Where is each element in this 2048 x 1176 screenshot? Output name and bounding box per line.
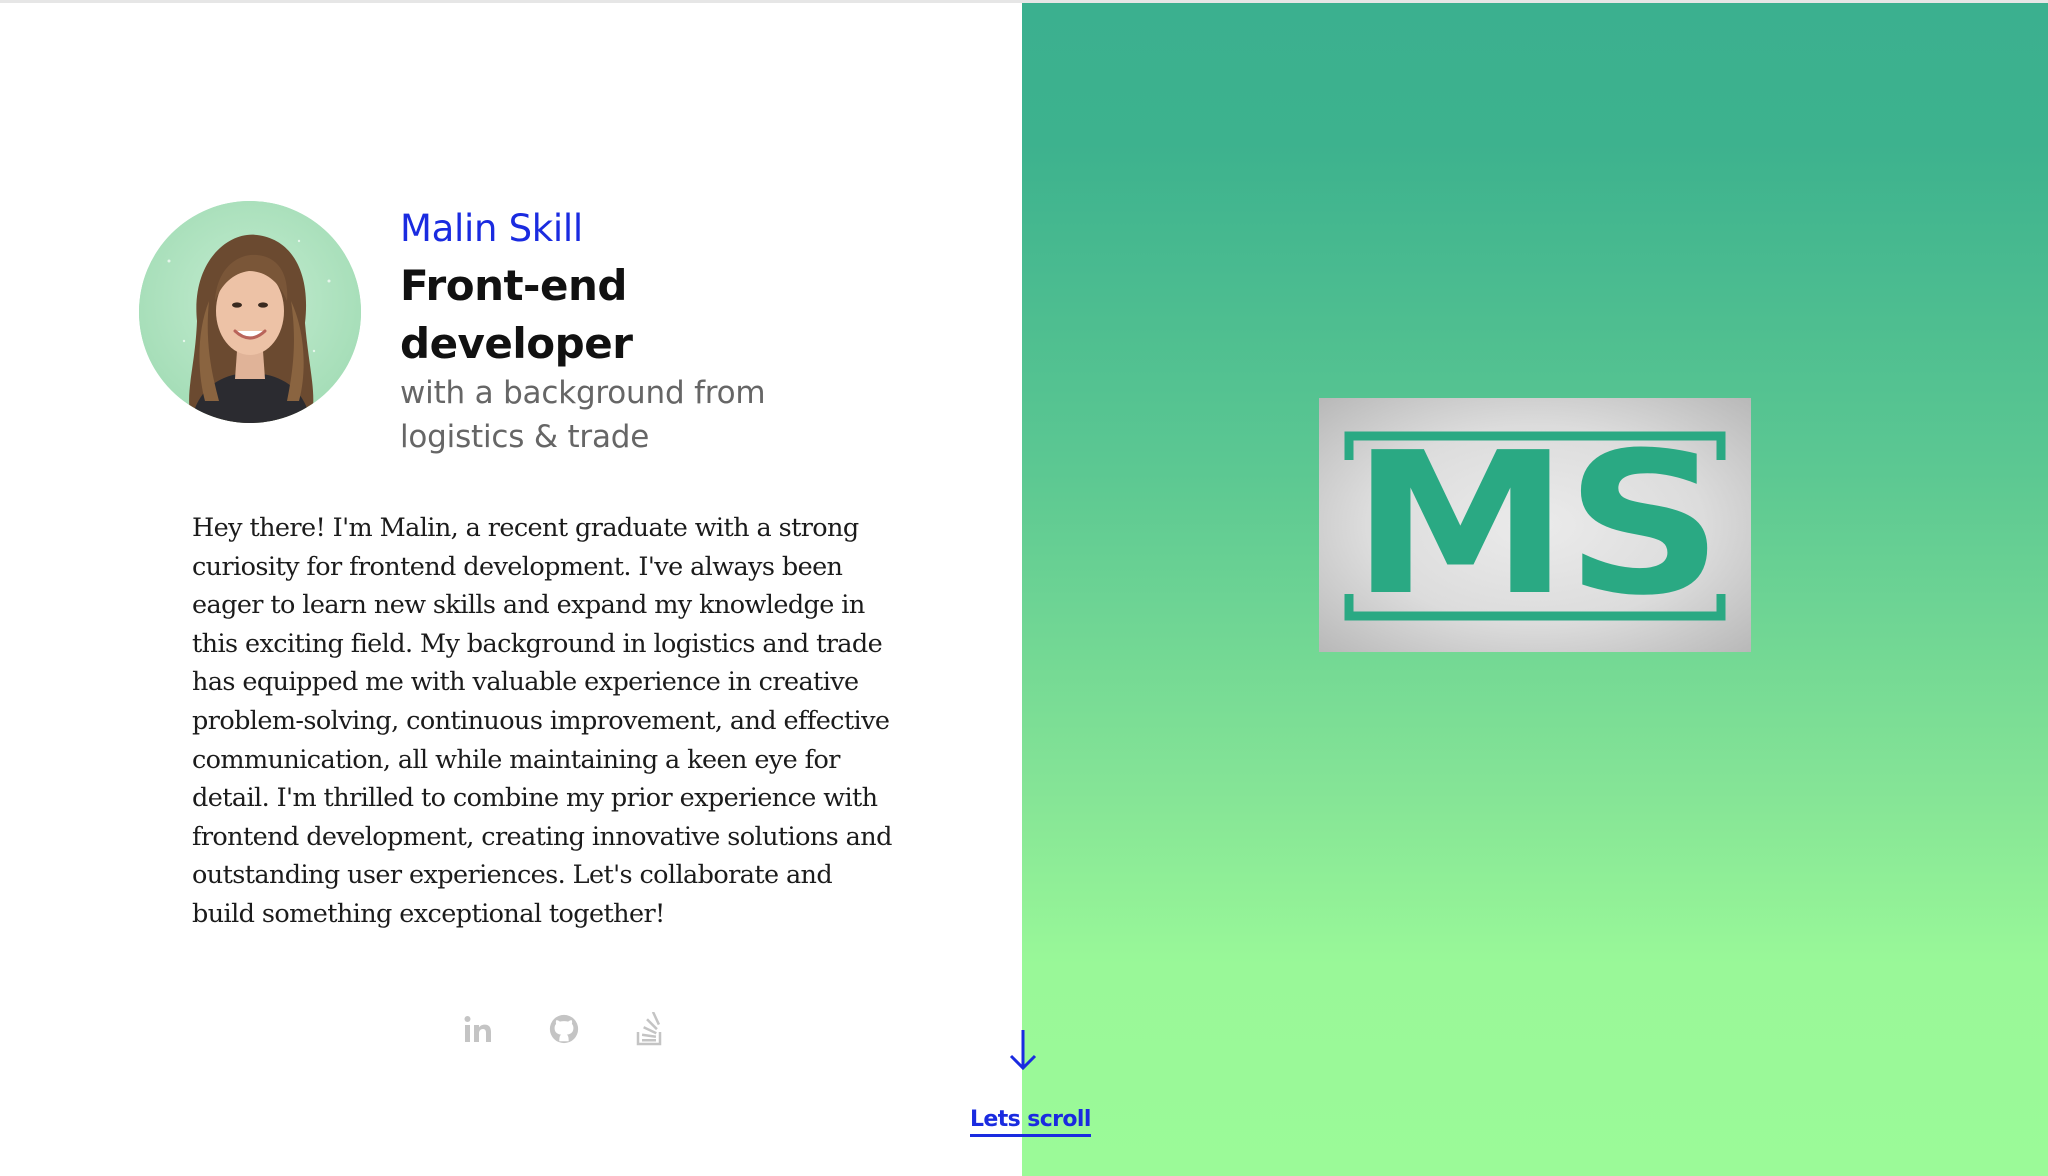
ms-logo: MS xyxy=(1319,398,1751,652)
profile-name: Malin Skill xyxy=(400,207,583,250)
avatar xyxy=(139,201,361,423)
bio-text: Hey there! I'm Malin, a recent graduate … xyxy=(192,513,892,929)
stackoverflow-icon xyxy=(636,1012,662,1046)
github-link[interactable] xyxy=(548,1011,580,1047)
profile-role: Front-end developer xyxy=(400,261,633,368)
portrait-photo xyxy=(139,201,361,423)
stackoverflow-link[interactable] xyxy=(634,1011,666,1047)
social-links xyxy=(462,1011,666,1047)
lets-scroll-link[interactable]: Lets scroll xyxy=(970,1107,1091,1137)
github-icon xyxy=(549,1014,579,1044)
arrow-down-icon[interactable] xyxy=(1007,1028,1039,1072)
profile-tagline: with a background from logistics & trade xyxy=(400,375,766,455)
linkedin-icon xyxy=(464,1016,491,1042)
linkedin-link[interactable] xyxy=(462,1011,494,1047)
logo-text: MS xyxy=(1351,411,1723,639)
intro-section: Malin Skill Front-end developer with a b… xyxy=(0,3,1022,1176)
page: Malin Skill Front-end developer with a b… xyxy=(0,0,2048,1176)
